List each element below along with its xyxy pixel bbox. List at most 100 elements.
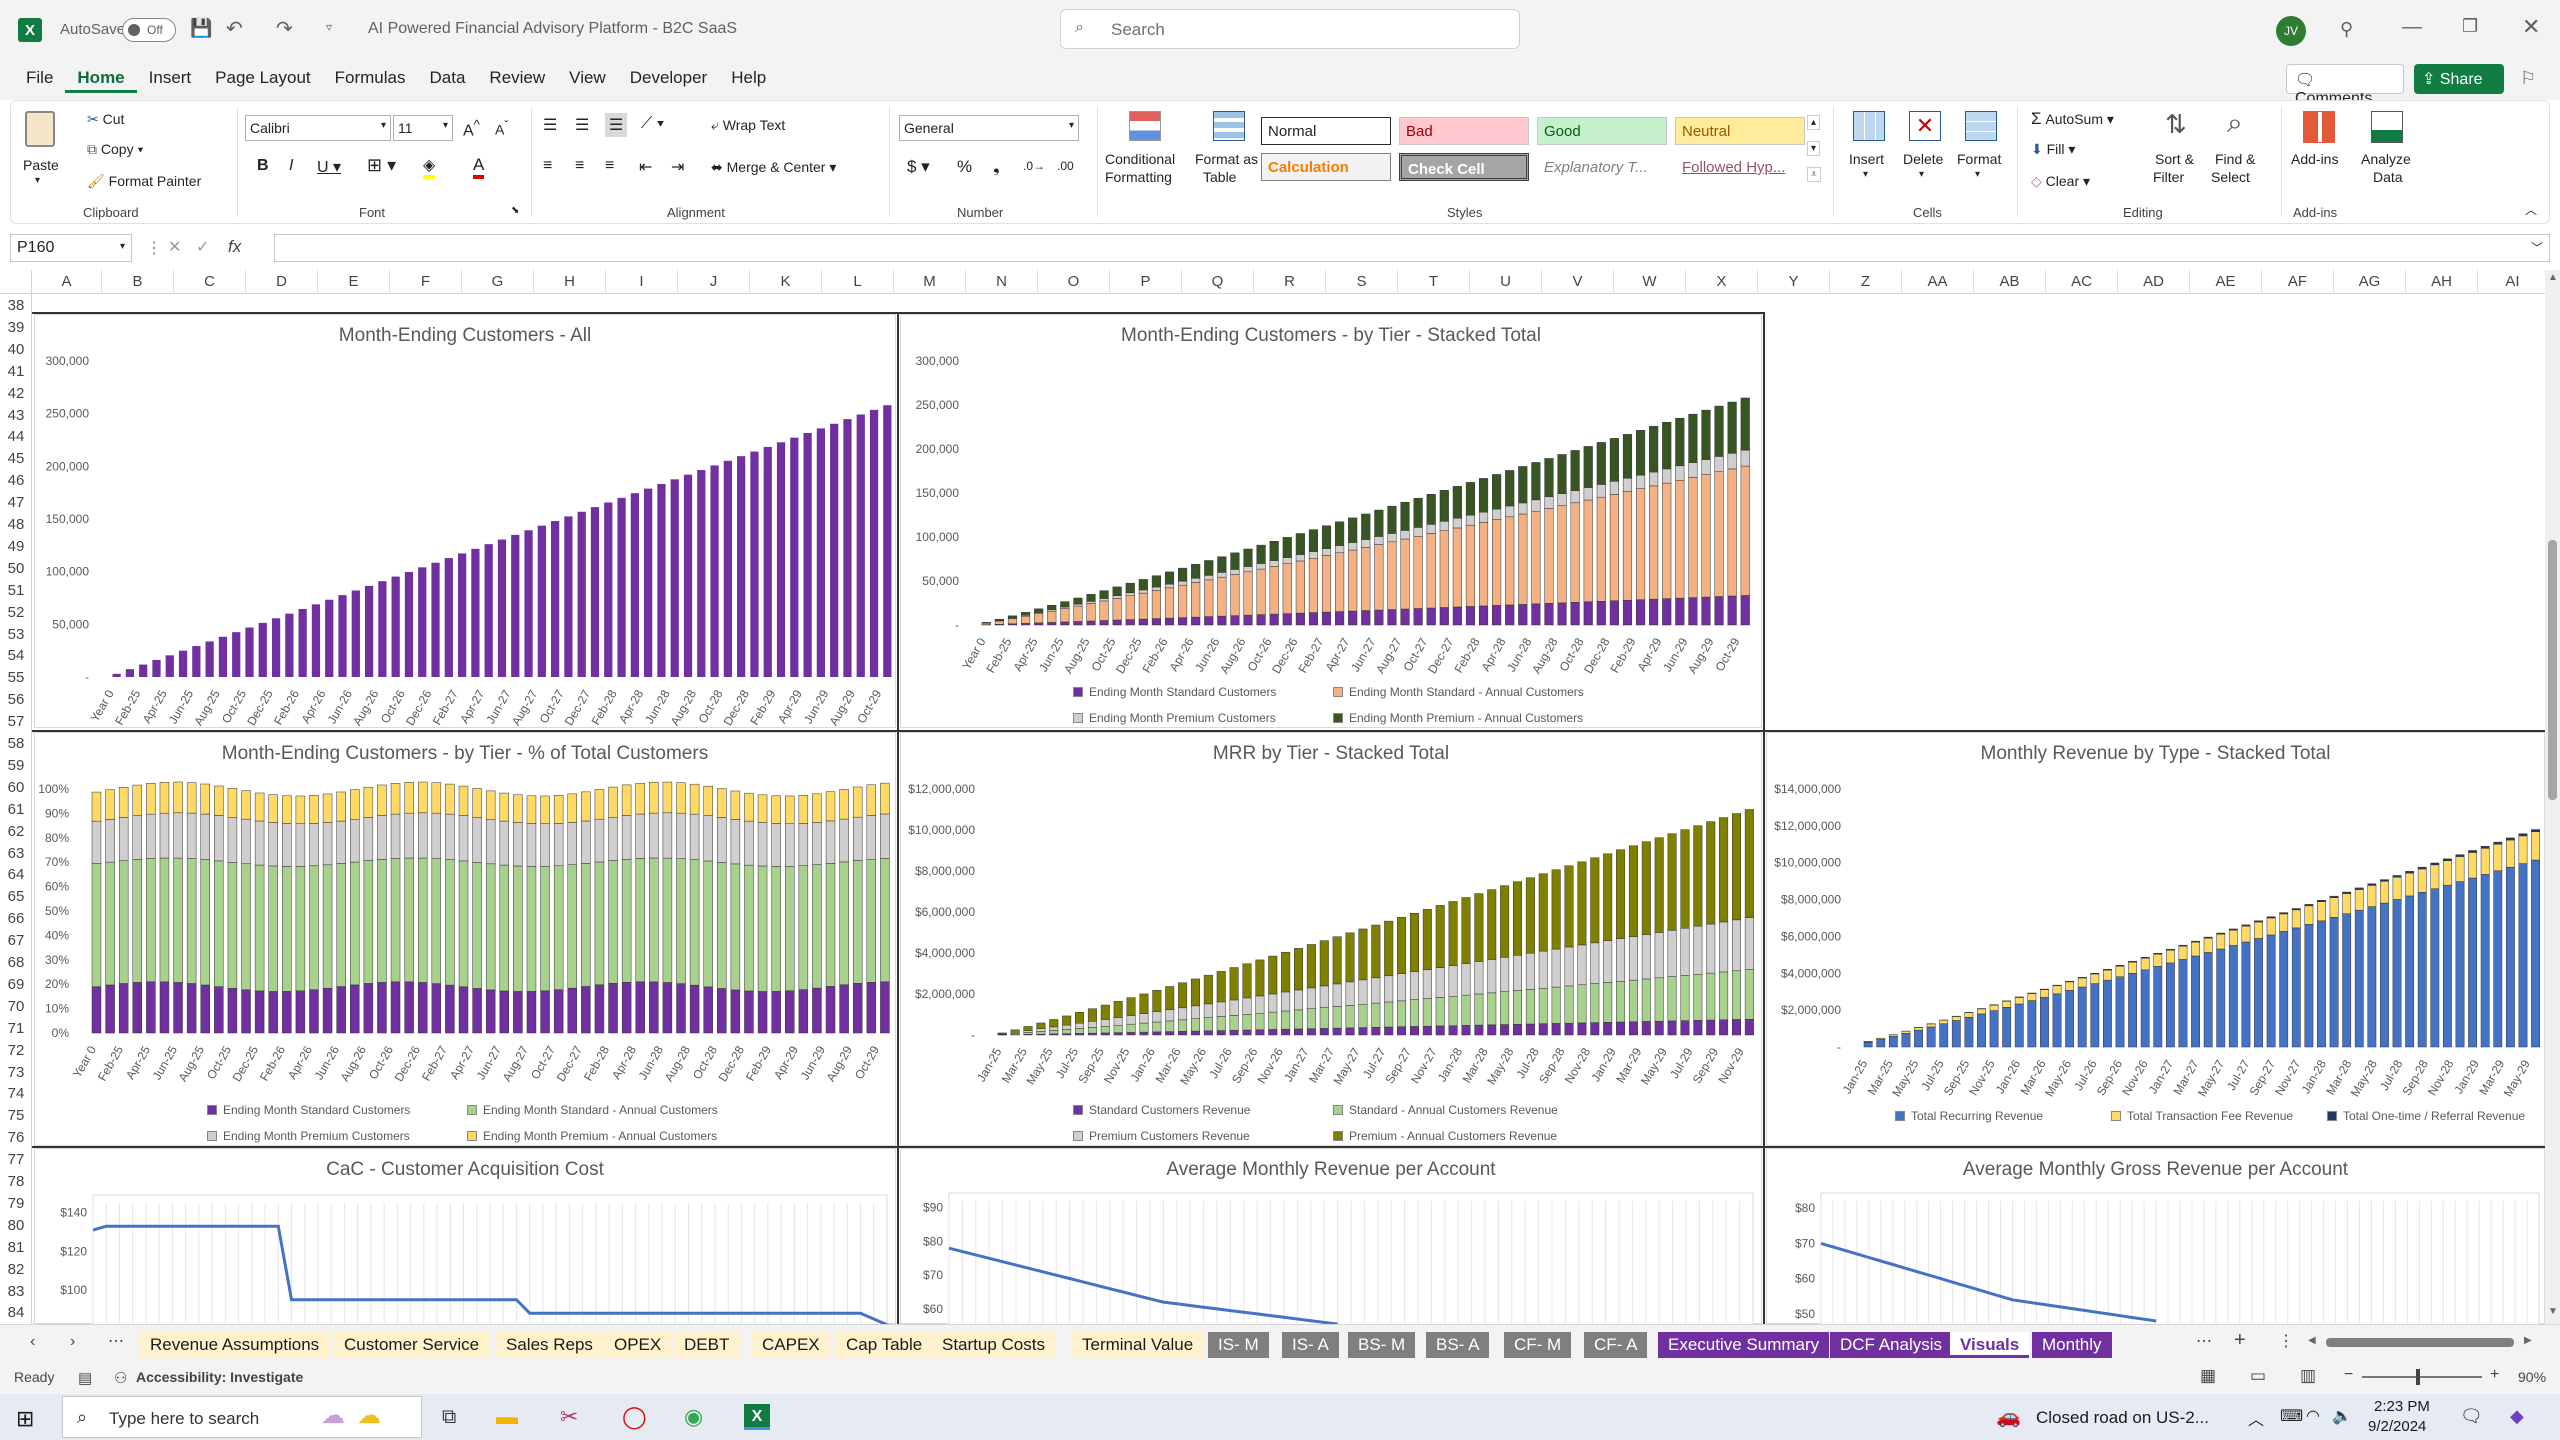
document-title[interactable]: AI Powered Financial Advisory Platform -…	[368, 20, 737, 38]
style-bad[interactable]: Bad	[1399, 117, 1529, 145]
column-header[interactable]: AH	[2406, 270, 2478, 294]
row-header[interactable]: 76	[0, 1126, 31, 1150]
chart-cac[interactable]: CaC - Customer Acquisition Cost $140 $120…	[34, 1148, 896, 1324]
formula-input[interactable]: ﹀	[274, 234, 2550, 262]
chart-customers-all[interactable]: Month-Ending Customers - All 300,000 250,…	[34, 314, 896, 728]
format-as-table-button[interactable]: Format as Table	[1191, 107, 1265, 197]
row-header[interactable]: 63	[0, 842, 31, 866]
row-header[interactable]: 62	[0, 820, 31, 844]
row-header[interactable]: 54	[0, 644, 31, 668]
scroll-up-icon[interactable]: ▲	[2548, 272, 2558, 283]
style-check-cell[interactable]: Check Cell	[1399, 153, 1529, 181]
column-header[interactable]: U	[1470, 270, 1542, 294]
insert-cells-button[interactable]: Insert ▾	[1841, 107, 1897, 197]
row-header[interactable]: 69	[0, 973, 31, 997]
zoom-slider[interactable]	[2362, 1369, 2482, 1385]
row-header[interactable]: 79	[0, 1192, 31, 1216]
cancel-entry-icon[interactable]: ✕	[168, 237, 181, 257]
sheet-tab[interactable]: IS- M	[1208, 1332, 1269, 1358]
addins-button[interactable]: Add-ins	[2289, 107, 2351, 197]
increase-indent-icon[interactable]: ⇥	[671, 157, 684, 177]
tab-more-right-icon[interactable]: ⋯	[2196, 1331, 2212, 1351]
taskbar-search[interactable]: ⌕ Type here to search ☁ ☁	[62, 1396, 422, 1438]
conditional-formatting-button[interactable]: Conditional Formatting	[1105, 107, 1187, 197]
row-header[interactable]: 74	[0, 1082, 31, 1106]
menu-formulas[interactable]: Formulas	[323, 68, 418, 93]
sheet-tab[interactable]: BS- A	[1426, 1332, 1490, 1358]
sheet-tab[interactable]: OPEX	[604, 1332, 672, 1358]
column-header[interactable]: X	[1686, 270, 1758, 294]
scroll-down-icon[interactable]: ▼	[2548, 1306, 2558, 1317]
currency-icon[interactable]: $ ▾	[907, 157, 930, 177]
column-header[interactable]: AE	[2190, 270, 2262, 294]
paste-button[interactable]: Paste ▾	[19, 107, 63, 187]
lightbulb-icon[interactable]: ⚲	[2340, 19, 2353, 40]
row-header[interactable]: 77	[0, 1148, 31, 1172]
accessibility-status[interactable]: Accessibility: Investigate	[136, 1369, 303, 1385]
align-right-icon[interactable]: ≡	[605, 157, 614, 175]
row-header[interactable]: 49	[0, 535, 31, 559]
find-select-button[interactable]: ⌕ Find & Select	[2209, 107, 2273, 197]
column-header[interactable]: O	[1038, 270, 1110, 294]
chart-avg-monthly-gross-revenue[interactable]: Average Monthly Gross Revenue per Accoun…	[1766, 1148, 2545, 1324]
snipping-tool-icon[interactable]: ✂	[560, 1404, 578, 1430]
font-color-icon[interactable]: A	[473, 155, 485, 179]
delete-cells-button[interactable]: ✕ Delete ▾	[1897, 107, 1953, 197]
styles-scroll-down-icon[interactable]: ▾	[1807, 141, 1821, 156]
align-center-icon[interactable]: ≡	[575, 157, 584, 175]
row-header[interactable]: 55	[0, 666, 31, 690]
column-header[interactable]: L	[822, 270, 894, 294]
row-header[interactable]: 39	[0, 316, 31, 340]
column-header[interactable]: N	[966, 270, 1038, 294]
fill-color-icon[interactable]: ◈	[423, 155, 436, 179]
chart-monthly-revenue-by-type[interactable]: Monthly Revenue by Type - Stacked Total …	[1766, 732, 2545, 1146]
orientation-icon[interactable]: ⟋ ▾	[641, 115, 664, 133]
sheet-tab[interactable]: Customer Service	[334, 1332, 490, 1358]
accessibility-icon[interactable]: ⚇	[114, 1369, 127, 1387]
row-header[interactable]: 80	[0, 1214, 31, 1238]
tab-prev-icon[interactable]: ‹	[30, 1333, 35, 1351]
styles-scroll-up-icon[interactable]: ▴	[1807, 115, 1821, 130]
sheet-tab[interactable]: Visuals	[1950, 1332, 2030, 1358]
align-top-icon[interactable]: ☰	[543, 115, 557, 135]
column-header[interactable]: B	[102, 270, 174, 294]
font-dialog-icon[interactable]: ⬊	[511, 205, 519, 216]
italic-icon[interactable]: I	[289, 157, 293, 175]
row-header[interactable]: 83	[0, 1280, 31, 1304]
menu-review[interactable]: Review	[477, 68, 557, 93]
row-header[interactable]: 40	[0, 338, 31, 362]
column-header[interactable]: H	[534, 270, 606, 294]
hscroll-left-icon[interactable]: ◀	[2308, 1335, 2316, 1346]
row-header[interactable]: 70	[0, 995, 31, 1019]
menu-insert[interactable]: Insert	[137, 68, 204, 93]
align-left-icon[interactable]: ≡	[543, 157, 552, 175]
row-header[interactable]: 65	[0, 885, 31, 909]
sheet-tab[interactable]: CF- M	[1504, 1332, 1572, 1358]
zoom-out-icon[interactable]: −	[2344, 1366, 2353, 1384]
row-header[interactable]: 59	[0, 754, 31, 778]
column-header[interactable]: AB	[1974, 270, 2046, 294]
sheet-tab[interactable]: CAPEX	[752, 1332, 830, 1358]
excel-taskbar-icon[interactable]: X	[744, 1404, 770, 1430]
copy-button[interactable]: ⧉ Copy ▾	[87, 141, 143, 158]
sort-filter-button[interactable]: ⇅ Sort & Filter	[2151, 107, 2207, 197]
styles-more-icon[interactable]: ⩡	[1807, 167, 1821, 182]
sheet-tab[interactable]: Monthly	[2032, 1332, 2112, 1358]
row-header[interactable]: 78	[0, 1170, 31, 1194]
wrap-text-button[interactable]: ⤶ Wrap Text	[711, 117, 785, 134]
normal-view-icon[interactable]: ▦	[2200, 1366, 2216, 1386]
customize-qat-icon[interactable]: ▿	[326, 20, 332, 34]
analyze-data-button[interactable]: Analyze Data	[2355, 107, 2421, 197]
avatar[interactable]: JV	[2276, 16, 2306, 46]
column-header[interactable]: AF	[2262, 270, 2334, 294]
collapse-ribbon-icon[interactable]: ︿	[2525, 201, 2537, 218]
column-header[interactable]: A	[32, 270, 102, 294]
clock-time[interactable]: 2:23 PM	[2374, 1398, 2430, 1415]
sheet-tab[interactable]: Executive Summary	[1658, 1332, 1830, 1358]
clock-date[interactable]: 9/2/2024	[2368, 1418, 2426, 1435]
column-header[interactable]: J	[678, 270, 750, 294]
borders-icon[interactable]: ⊞ ▾	[367, 155, 396, 176]
menu-file[interactable]: File	[14, 68, 65, 93]
sheet-tab[interactable]: IS- A	[1282, 1332, 1339, 1358]
align-bottom-icon[interactable]: ☰	[605, 113, 628, 137]
